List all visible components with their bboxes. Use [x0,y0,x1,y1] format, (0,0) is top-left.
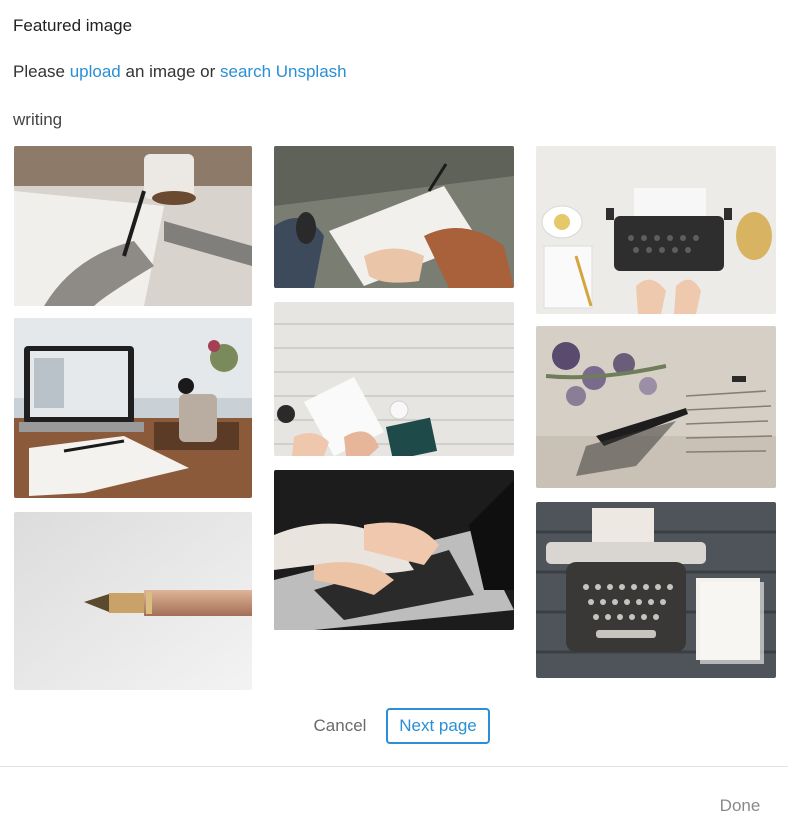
result-image-7[interactable] [536,146,776,314]
result-image-4[interactable] [274,146,514,288]
result-image-1[interactable] [14,146,252,306]
search-unsplash-link[interactable]: search Unsplash [220,62,347,81]
done-button[interactable]: Done [708,790,772,822]
footer-divider [0,766,788,767]
prompt-middle: an image or [120,62,220,81]
next-page-button[interactable]: Next page [386,708,490,744]
prompt-prefix: Please [13,62,70,81]
upload-link[interactable]: upload [70,62,121,81]
result-image-9[interactable] [536,502,776,678]
result-image-2[interactable] [14,318,252,498]
dialog-title: Featured image [13,16,133,35]
result-image-3[interactable] [14,512,252,690]
search-query[interactable]: writing [13,110,62,130]
result-image-6[interactable] [274,470,514,630]
result-image-5[interactable] [274,302,514,456]
result-image-8[interactable] [536,326,776,488]
upload-prompt: Please upload an image or search Unsplas… [13,62,347,82]
cancel-button[interactable]: Cancel [305,708,375,744]
